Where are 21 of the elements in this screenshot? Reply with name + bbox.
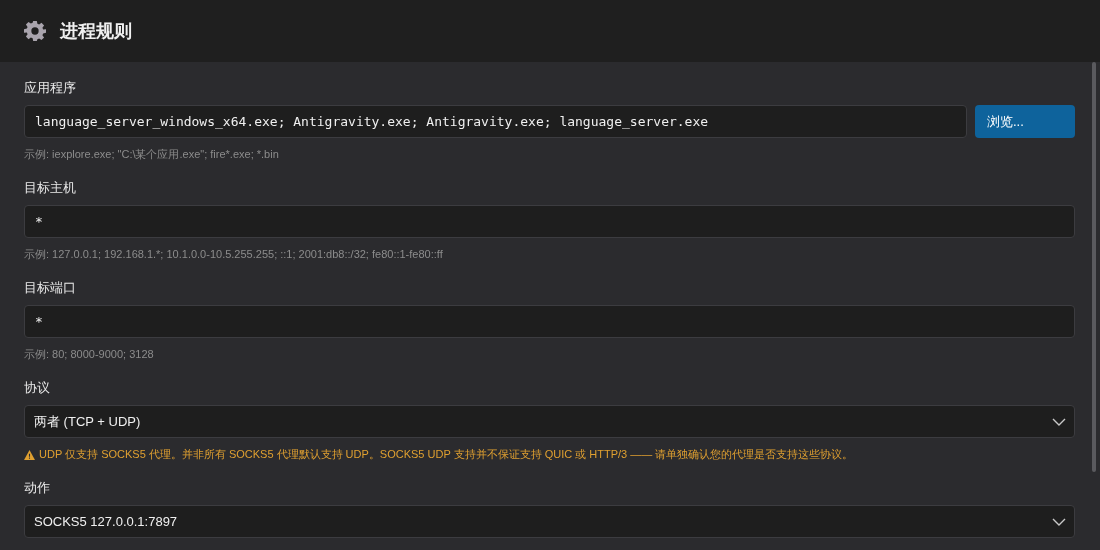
- field-label: 目标主机: [24, 179, 77, 197]
- hint-text: 示例: 80; 8000-9000; 3128: [24, 347, 155, 362]
- input-field[interactable]: *: [24, 305, 1075, 338]
- input-field[interactable]: *: [24, 205, 1075, 238]
- page-title: 进程规则: [60, 19, 132, 43]
- chevron-down-icon: [1052, 517, 1066, 526]
- chevron-down-icon: [1052, 417, 1066, 426]
- dropdown[interactable]: SOCKS5 127.0.0.1:7897: [24, 505, 1075, 538]
- scrollbar-thumb[interactable]: [1092, 62, 1096, 472]
- settings-icon: [24, 20, 46, 42]
- input-field[interactable]: language_server_windows_x64.exe; Antigravity.exe; Antigravity.exe; language_server.exe: [24, 105, 967, 138]
- field-label: 应用程序: [24, 79, 77, 97]
- field-label: 协议: [24, 379, 51, 397]
- warning-text: UDP 仅支持 SOCKS5 代理。并非所有 SOCKS5 代理默认支持 UDP。SOCKS5 UDP 支持并不保证支持 QUIC 或 HTTP/3 —— 请单独确认您的代理是否支持这些协议。: [39, 447, 854, 462]
- hint-text: 示例: 127.0.0.1; 192.168.1.*; 10.1.0.0-10.5.255.255; ::1; 2001:db8::/32; fe80::1-fe80::ff: [24, 247, 444, 262]
- dropdown[interactable]: 两者 (TCP + UDP): [24, 405, 1075, 438]
- warning-icon: [24, 449, 35, 460]
- browse-button[interactable]: 浏览...: [975, 105, 1075, 138]
- hint-text: 示例: iexplore.exe; "C:\某个应用.exe"; fire*.exe; *.bin: [24, 147, 280, 162]
- field-label: 动作: [24, 479, 51, 497]
- field-label: 目标端口: [24, 279, 77, 297]
